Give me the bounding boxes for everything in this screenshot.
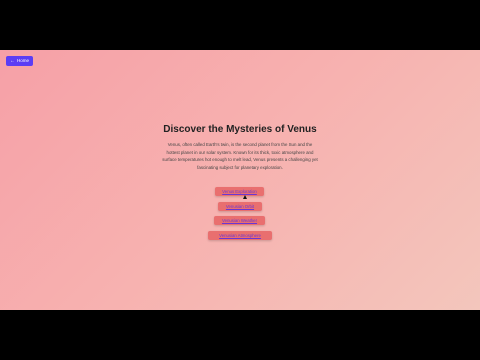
page-description: Venus, often called Earth's twin, is the… bbox=[162, 142, 318, 170]
link-venus-exploration[interactable]: Venus Exploration bbox=[215, 187, 264, 196]
mouse-cursor-icon bbox=[243, 195, 247, 199]
arrow-left-icon: ← bbox=[10, 58, 15, 64]
page-title: Discover the Mysteries of Venus bbox=[163, 124, 317, 135]
link-label: Venusian Orbit bbox=[225, 204, 255, 209]
home-button-label: Home bbox=[17, 58, 30, 63]
link-venusian-weather[interactable]: Venusian Weather bbox=[214, 216, 265, 225]
page-viewport: ← Home Discover the Mysteries of Venus V… bbox=[0, 50, 480, 310]
link-label: Venusian Atmosphere bbox=[219, 233, 261, 238]
link-label: Venusian Weather bbox=[221, 218, 258, 223]
link-venusian-atmosphere[interactable]: Venusian Atmosphere bbox=[208, 231, 272, 240]
link-venusian-orbit[interactable]: Venusian Orbit bbox=[218, 202, 262, 211]
link-label: Venus Exploration bbox=[222, 189, 257, 194]
home-button[interactable]: ← Home bbox=[6, 56, 34, 66]
